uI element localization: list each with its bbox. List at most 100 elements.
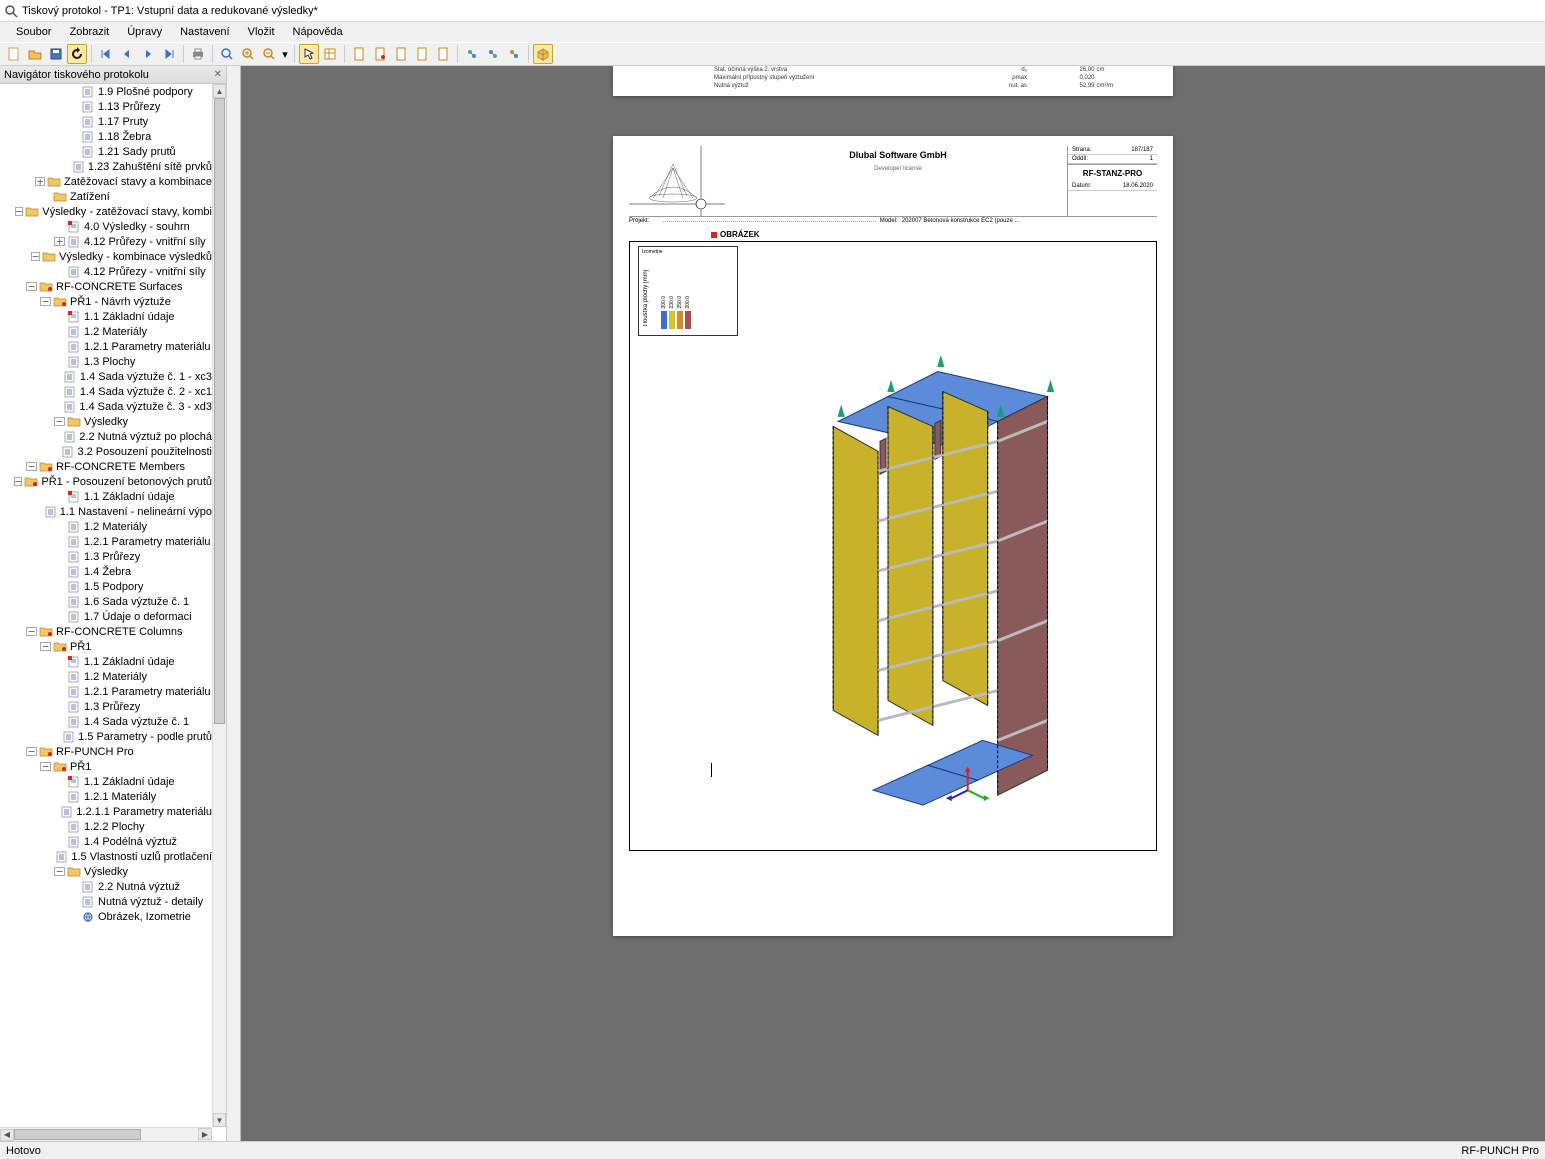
link2-icon[interactable] <box>483 44 503 64</box>
zoom-fit-icon[interactable] <box>217 44 237 64</box>
tree-node[interactable]: 1.2.1 Parametry materiálu <box>0 339 212 354</box>
red-marker-icon <box>711 232 717 238</box>
doc3-icon[interactable] <box>391 44 411 64</box>
tree-node[interactable]: −RF-CONCRETE Columns <box>0 624 212 639</box>
link3-icon[interactable] <box>504 44 524 64</box>
tree-node[interactable]: 1.2 Materiály <box>0 324 212 339</box>
open-icon[interactable] <box>25 44 45 64</box>
tree-node[interactable]: 4.12 Průřezy - vnitřní síly <box>0 264 212 279</box>
tree-node[interactable]: 1.2 Materiály <box>0 669 212 684</box>
tree-node[interactable]: 1.13 Průřezy <box>0 99 212 114</box>
new-icon[interactable] <box>4 44 24 64</box>
menu-nastaveni[interactable]: Nastavení <box>172 24 238 40</box>
menu-zobrazit[interactable]: Zobrazit <box>61 24 117 40</box>
tree-node[interactable]: 1.4 Sada výztuže č. 1 - xc3 <box>0 369 212 384</box>
tree-node[interactable]: 1.1 Základní údaje <box>0 774 212 789</box>
tree-node[interactable]: 1.3 Průřezy <box>0 699 212 714</box>
tree-node[interactable]: 4.0 Výsledky - souhrn <box>0 219 212 234</box>
hscroll-thumb[interactable] <box>14 1129 141 1140</box>
tree-node[interactable]: 1.1 Základní údaje <box>0 489 212 504</box>
tree-node[interactable]: −PŘ1 - Návrh výztuže <box>0 294 212 309</box>
cube-icon[interactable] <box>533 44 553 64</box>
tree-node[interactable]: −Výsledky - kombinace výsledků <box>0 249 212 264</box>
tree-node[interactable]: 1.4 Sada výztuže č. 3 - xd3 <box>0 399 212 414</box>
tree-node[interactable]: 1.9 Plošné podpory <box>0 84 212 99</box>
zoom-in-icon[interactable] <box>238 44 258 64</box>
tree-node[interactable]: 1.21 Sady prutů <box>0 144 212 159</box>
nav-next-icon[interactable] <box>138 44 158 64</box>
tree-node[interactable]: 1.4 Sada výztuže č. 2 - xc1 <box>0 384 212 399</box>
tree-node[interactable]: −Výsledky <box>0 414 212 429</box>
save-icon[interactable] <box>46 44 66 64</box>
page-value: 187/187 <box>1131 147 1153 153</box>
tree-node[interactable]: −RF-CONCRETE Members <box>0 459 212 474</box>
nav-first-icon[interactable] <box>96 44 116 64</box>
tree-node[interactable]: 1.2.1.1 Parametry materiálu <box>0 804 212 819</box>
tree-node[interactable]: 1.2.1 Materiály <box>0 789 212 804</box>
pin-icon[interactable]: ✕ <box>214 69 222 80</box>
nav-last-icon[interactable] <box>159 44 179 64</box>
tree-node[interactable]: 1.6 Sada výztuže č. 1 <box>0 594 212 609</box>
tree-node[interactable]: 1.3 Plochy <box>0 354 212 369</box>
tree-node[interactable]: 1.2.2 Plochy <box>0 819 212 834</box>
menu-vlozit[interactable]: Vložit <box>240 24 283 40</box>
nav-prev-icon[interactable] <box>117 44 137 64</box>
tree-node[interactable]: −PŘ1 - Posouzení betonových prutů <box>0 474 212 489</box>
refresh-icon[interactable] <box>67 44 87 64</box>
doc2-icon[interactable] <box>370 44 390 64</box>
tree-node[interactable]: −RF-PUNCH Pro <box>0 744 212 759</box>
tree-node[interactable]: 1.18 Žebra <box>0 129 212 144</box>
scroll-down-icon[interactable]: ▼ <box>213 1113 226 1127</box>
hscrollbar[interactable]: ◀ ▶ <box>0 1127 212 1141</box>
vscroll-thumb[interactable] <box>214 98 225 724</box>
tree-node[interactable]: −Výsledky <box>0 864 212 879</box>
tree-node[interactable]: 1.1 Nastavení - nelineární výpo <box>0 504 212 519</box>
tree-node[interactable]: 1.17 Pruty <box>0 114 212 129</box>
menu-upravy[interactable]: Úpravy <box>119 24 170 40</box>
tree-node[interactable]: 1.4 Podélná výztuž <box>0 834 212 849</box>
zoom-out-icon[interactable] <box>259 44 279 64</box>
tree-node[interactable]: +4.12 Průřezy - vnitřní síly <box>0 234 212 249</box>
menu-napoveda[interactable]: Nápověda <box>285 24 351 40</box>
tree-node[interactable]: 1.5 Vlastnosti uzlů protlačení <box>0 849 212 864</box>
select-icon[interactable] <box>299 44 319 64</box>
tree-node[interactable]: 1.3 Průřezy <box>0 549 212 564</box>
scroll-left-icon[interactable]: ◀ <box>0 1129 14 1141</box>
link1-icon[interactable] <box>462 44 482 64</box>
tree-node[interactable]: 1.1 Základní údaje <box>0 654 212 669</box>
tree-node[interactable]: 1.5 Podpory <box>0 579 212 594</box>
tree-node[interactable]: 1.5 Parametry - podle prutů <box>0 729 212 744</box>
menu-soubor[interactable]: Soubor <box>8 24 59 40</box>
doc1-icon[interactable] <box>349 44 369 64</box>
tree-node[interactable]: 2.2 Nutná výztuž po plochá <box>0 429 212 444</box>
vscrollbar[interactable]: ▲ ▼ <box>212 84 226 1127</box>
document-area[interactable]: Stat. účinná výška 2. vrstvad₂26,00cmMax… <box>227 66 1545 1141</box>
tree-node[interactable]: 1.1 Základní údaje <box>0 309 212 324</box>
tree-node[interactable]: 1.2.1 Parametry materiálu <box>0 534 212 549</box>
tree-node[interactable]: Obrázek, Izometrie <box>0 909 212 924</box>
tree-node[interactable]: 1.2.1 Parametry materiálu <box>0 684 212 699</box>
scroll-right-icon[interactable]: ▶ <box>198 1128 212 1140</box>
scroll-up-icon[interactable]: ▲ <box>213 84 226 98</box>
doc4-icon[interactable] <box>412 44 432 64</box>
print-icon[interactable] <box>188 44 208 64</box>
tree-node[interactable]: −PŘ1 <box>0 759 212 774</box>
navigator-header: Navigátor tiskového protokolu ✕ <box>0 66 226 84</box>
table-edit-icon[interactable] <box>320 44 340 64</box>
tree-node[interactable]: 1.4 Sada výztuže č. 1 <box>0 714 212 729</box>
tree-node[interactable]: 1.23 Zahuštění sítě prvků <box>0 159 212 174</box>
tree-node[interactable]: 3.2 Posouzení použitelnosti <box>0 444 212 459</box>
tree-node[interactable]: 1.4 Žebra <box>0 564 212 579</box>
logo <box>629 146 729 216</box>
tree-node[interactable]: −RF-CONCRETE Surfaces <box>0 279 212 294</box>
tree-node[interactable]: −Výsledky - zatěžovací stavy, kombi <box>0 204 212 219</box>
doc5-icon[interactable] <box>433 44 453 64</box>
tree-node[interactable]: +Zatěžovací stavy a kombinace <box>0 174 212 189</box>
tree-node[interactable]: 2.2 Nutná výztuž <box>0 879 212 894</box>
tree-node[interactable]: Zatížení <box>0 189 212 204</box>
tree-node[interactable]: 1.2 Materiály <box>0 519 212 534</box>
tree-node[interactable]: 1.7 Údaje o deformaci <box>0 609 212 624</box>
zoom-dropdown-icon[interactable]: ▾ <box>280 44 290 64</box>
tree-node[interactable]: Nutná výztuž - detaily <box>0 894 212 909</box>
tree-node[interactable]: −PŘ1 <box>0 639 212 654</box>
